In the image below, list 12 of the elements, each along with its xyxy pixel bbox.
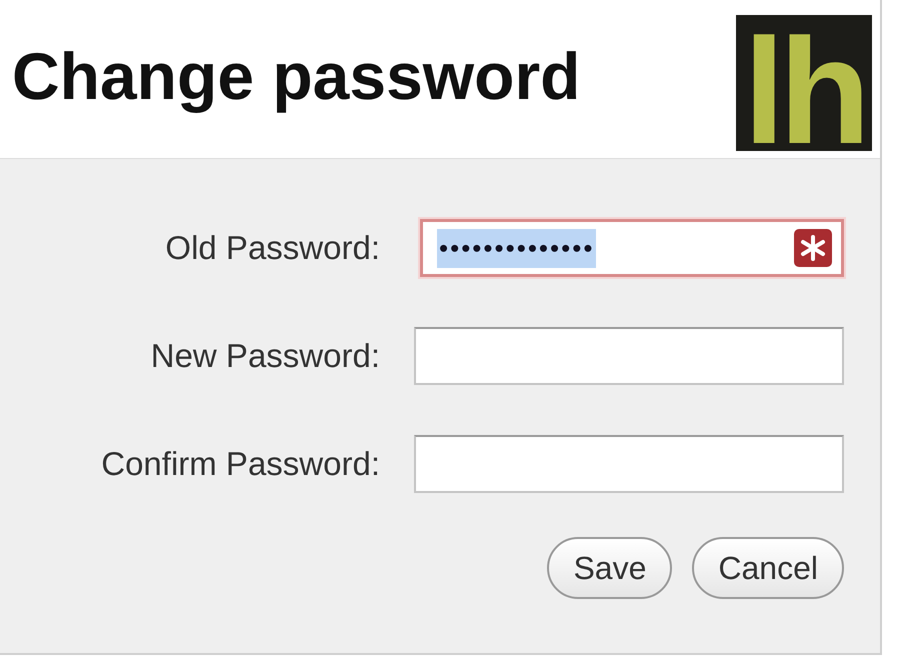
field-label: Old Password:	[164, 229, 380, 267]
error-icon	[793, 228, 833, 268]
dialog-button[interactable]: Cancel	[692, 537, 844, 599]
password-dots: ••••••••••••••	[437, 228, 596, 268]
field-label: New Password:	[150, 337, 380, 375]
field-label: Confirm Password:	[100, 445, 380, 483]
logo: lh	[736, 15, 872, 151]
dialog-title: Change password	[12, 38, 580, 114]
password-field[interactable]: ••••••••••••••	[420, 219, 844, 277]
password-field[interactable]	[414, 435, 844, 493]
password-field[interactable]	[414, 327, 844, 385]
dialog-button[interactable]: Save	[547, 537, 672, 599]
